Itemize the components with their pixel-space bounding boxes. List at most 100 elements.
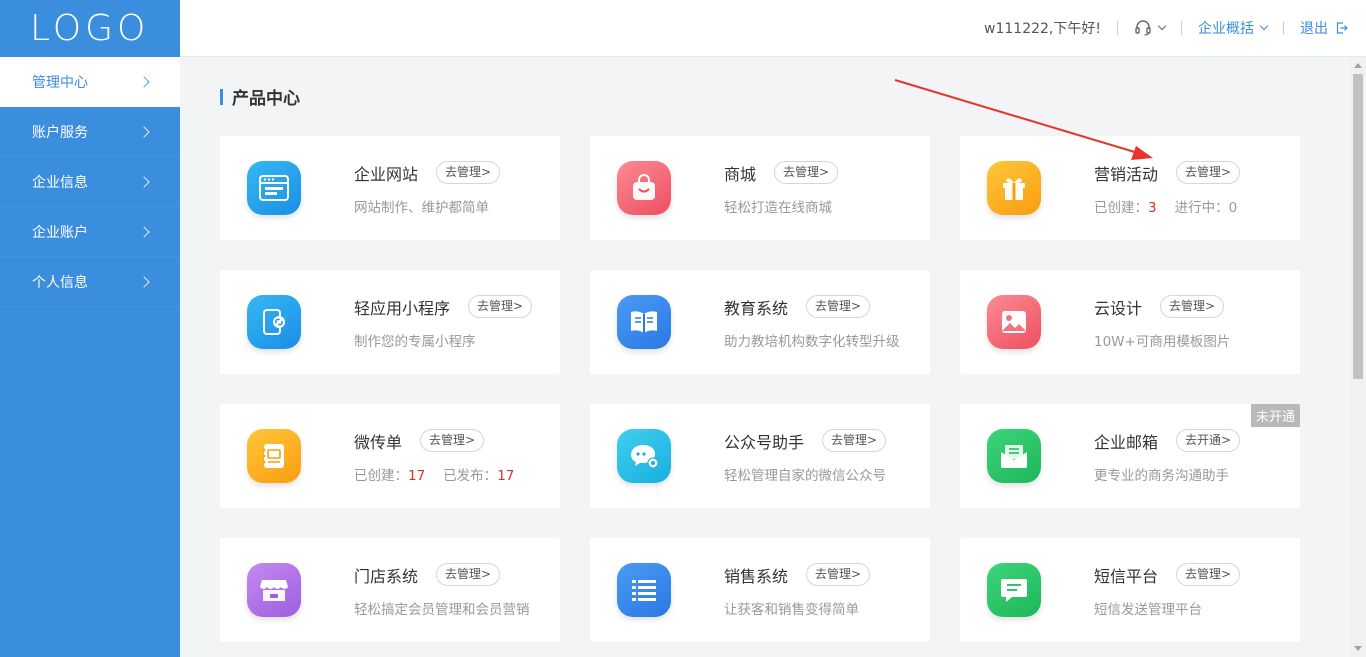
top-header: w111222,下午好! 企业概括 退出: [180, 0, 1366, 57]
chevron-right-icon: [138, 125, 150, 138]
book-icon: [617, 295, 671, 349]
product-card-website[interactable]: 企业网站 去管理> 网站制作、维护都简单: [220, 136, 560, 240]
sms-icon: [987, 563, 1041, 617]
in-progress-count: 0: [1228, 199, 1238, 216]
manage-button[interactable]: 去管理>: [806, 563, 871, 586]
divider: [1117, 21, 1118, 35]
manage-button[interactable]: 去管理>: [420, 429, 485, 452]
logout-label: 退出: [1300, 21, 1328, 37]
card-description: 助力教培机构数字化转型升级: [724, 333, 900, 350]
company-overview-dropdown[interactable]: 企业概括: [1198, 18, 1269, 38]
card-title: 营销活动: [1094, 164, 1159, 184]
section-title: 产品中心: [220, 84, 300, 109]
sidebar-item-label: 管理中心: [32, 74, 88, 91]
sidebar-item-personal-info[interactable]: 个人信息: [0, 257, 180, 307]
sidebar: LOGO 管理中心 账户服务 企业信息 企业账户 个人信息: [0, 0, 180, 657]
card-description: 网站制作、维护都简单: [354, 199, 489, 216]
product-card-mini-program[interactable]: 轻应用小程序 去管理> 制作您的专属小程序: [220, 270, 560, 374]
not-activated-badge: 未开通: [1250, 404, 1300, 427]
activate-button[interactable]: 去开通>: [1176, 429, 1241, 452]
divider: [1283, 21, 1284, 35]
vertical-scrollbar[interactable]: [1350, 57, 1366, 657]
card-stats: 已创建：17 已发布：17: [354, 464, 514, 484]
manage-button[interactable]: 去管理>: [822, 429, 887, 452]
sidebar-item-company-account[interactable]: 企业账户: [0, 207, 180, 257]
store-icon: [247, 563, 301, 617]
manage-button[interactable]: 去管理>: [774, 161, 839, 184]
scroll-down-arrow-icon[interactable]: [1354, 646, 1362, 651]
card-description: 让获客和销售变得简单: [724, 601, 859, 618]
sidebar-item-label: 企业信息: [32, 174, 88, 191]
manage-button[interactable]: 去管理>: [806, 295, 871, 318]
product-card-sales-system[interactable]: 销售系统 去管理> 让获客和销售变得简单: [590, 538, 930, 642]
product-grid: 企业网站 去管理> 网站制作、维护都简单 商城 去管理> 轻松打造在线商城 营销…: [220, 136, 1300, 642]
title-accent-bar: [220, 88, 223, 105]
chevron-right-icon: [138, 75, 150, 88]
gift-icon: [987, 161, 1041, 215]
card-description: 轻松管理自家的微信公众号: [724, 467, 886, 484]
scroll-up-arrow-icon[interactable]: [1354, 63, 1362, 68]
chevron-right-icon: [138, 275, 150, 288]
product-card-marketing[interactable]: 营销活动 去管理> 已创建：3 进行中：0: [960, 136, 1300, 240]
product-card-sms-platform[interactable]: 短信平台 去管理> 短信发送管理平台: [960, 538, 1300, 642]
chevron-right-icon: [138, 225, 150, 238]
published-count: 17: [497, 467, 515, 484]
shopping-bag-icon: [617, 161, 671, 215]
product-card-mall[interactable]: 商城 去管理> 轻松打造在线商城: [590, 136, 930, 240]
sidebar-item-label: 企业账户: [32, 224, 88, 241]
user-greeting: w111222,下午好!: [984, 21, 1101, 37]
section-title-text: 产品中心: [232, 89, 300, 109]
sidebar-item-management-center[interactable]: 管理中心: [0, 57, 180, 107]
card-title: 短信平台: [1094, 566, 1159, 586]
sidebar-item-label: 个人信息: [32, 274, 88, 291]
manage-button[interactable]: 去管理>: [468, 295, 533, 318]
card-title: 教育系统: [724, 298, 789, 318]
card-description: 制作您的专属小程序: [354, 333, 476, 350]
manage-button[interactable]: 去管理>: [436, 161, 501, 184]
manage-button[interactable]: 去管理>: [1176, 563, 1241, 586]
card-title: 轻应用小程序: [354, 298, 451, 318]
card-description: 轻松打造在线商城: [724, 199, 832, 216]
manage-button[interactable]: 去管理>: [436, 563, 501, 586]
card-title: 门店系统: [354, 566, 419, 586]
chevron-right-icon: [138, 175, 150, 188]
sidebar-item-company-info[interactable]: 企业信息: [0, 157, 180, 207]
card-description: 10W+可商用模板图片: [1094, 333, 1231, 350]
product-card-cloud-design[interactable]: 云设计 去管理> 10W+可商用模板图片: [960, 270, 1300, 374]
scrollbar-thumb[interactable]: [1353, 74, 1363, 379]
logout-icon: [1336, 22, 1348, 34]
card-stats: 已创建：3 进行中：0: [1094, 196, 1240, 216]
card-description: 轻松搞定会员管理和会员营销: [354, 601, 530, 618]
card-title: 企业邮箱: [1094, 432, 1159, 452]
created-count: 3: [1148, 199, 1157, 216]
customer-service-dropdown[interactable]: [1134, 20, 1167, 36]
logo: LOGO: [30, 8, 150, 49]
manage-button[interactable]: 去管理>: [1176, 161, 1241, 184]
list-icon: [617, 563, 671, 617]
wechat-icon: [617, 429, 671, 483]
flyer-icon: [247, 429, 301, 483]
sidebar-item-account-service[interactable]: 账户服务: [0, 107, 180, 157]
logout-button[interactable]: 退出: [1300, 18, 1348, 38]
card-description: 短信发送管理平台: [1094, 601, 1202, 618]
in-progress-label: 进行中：: [1174, 199, 1229, 216]
card-title: 微传单: [354, 432, 403, 452]
created-label: 已创建：: [354, 467, 408, 484]
created-count: 17: [408, 467, 426, 484]
chevron-down-icon: [1157, 21, 1167, 31]
card-title: 公众号助手: [724, 432, 805, 452]
image-icon: [987, 295, 1041, 349]
product-card-education[interactable]: 教育系统 去管理> 助力教培机构数字化转型升级: [590, 270, 930, 374]
published-label: 已发布：: [443, 467, 498, 484]
sidebar-item-label: 账户服务: [32, 124, 88, 141]
product-card-flyer[interactable]: 微传单 去管理> 已创建：17 已发布：17: [220, 404, 560, 508]
card-title: 云设计: [1094, 298, 1143, 318]
manage-button[interactable]: 去管理>: [1160, 295, 1225, 318]
card-title: 企业网站: [354, 164, 419, 184]
product-card-wechat-assistant[interactable]: 公众号助手 去管理> 轻松管理自家的微信公众号: [590, 404, 930, 508]
card-title: 商城: [724, 164, 757, 184]
card-title: 销售系统: [724, 566, 789, 586]
company-overview-label: 企业概括: [1198, 21, 1254, 37]
product-card-enterprise-mail[interactable]: 企业邮箱 去开通> 更专业的商务沟通助手 未开通: [960, 404, 1300, 508]
product-card-store-system[interactable]: 门店系统 去管理> 轻松搞定会员管理和会员营销: [220, 538, 560, 642]
